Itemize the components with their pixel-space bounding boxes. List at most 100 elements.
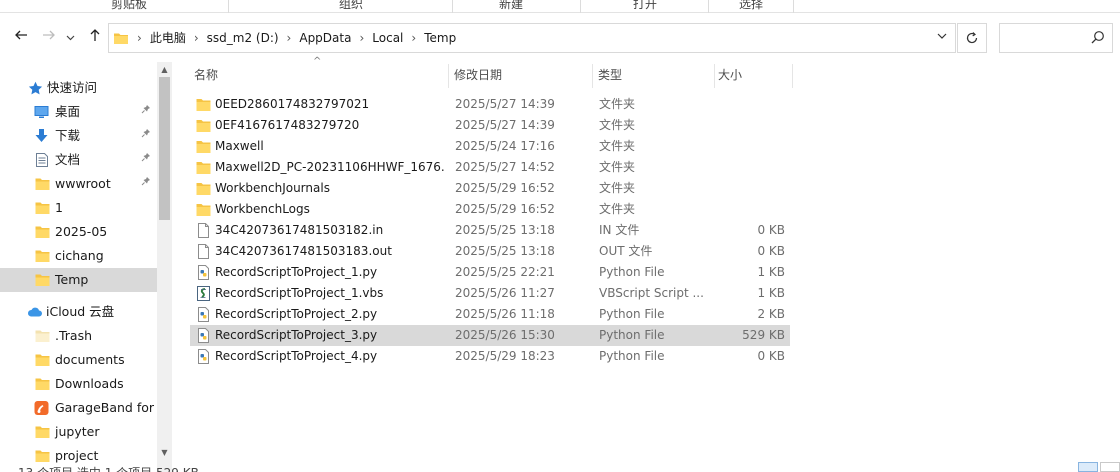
folder-icon xyxy=(35,354,50,366)
nav-pane-scrollbar[interactable]: ▲ ▼ xyxy=(157,62,172,472)
file-name: WorkbenchJournals xyxy=(215,181,330,195)
folder-icon xyxy=(35,226,50,238)
chevron-down-icon xyxy=(66,35,74,41)
nav-item-temp[interactable]: Temp xyxy=(0,268,157,292)
nav-item-1[interactable]: 1 xyxy=(0,196,157,220)
file-row[interactable]: WorkbenchLogs 2025/5/29 16:52 文件夹 xyxy=(190,199,790,220)
file-row[interactable]: Maxwell2D_PC-20231106HHWF_1676.... 2025/… xyxy=(190,157,790,178)
nav-item-desktop[interactable]: 桌面 xyxy=(0,100,157,124)
breadcrumb-separator[interactable]: › xyxy=(287,24,292,52)
recent-locations-button[interactable] xyxy=(62,27,78,49)
scroll-up-button[interactable]: ▲ xyxy=(157,62,172,77)
file-icon xyxy=(198,223,209,238)
column-separator[interactable] xyxy=(448,64,449,88)
breadcrumb-temp[interactable]: Temp xyxy=(424,24,456,52)
column-header-name[interactable]: 名称 xyxy=(190,62,448,88)
ribbon-group-open: 打开 xyxy=(632,0,657,11)
forward-button[interactable] xyxy=(38,27,60,49)
column-separator[interactable] xyxy=(592,64,593,88)
file-date: 2025/5/27 14:52 xyxy=(455,160,555,174)
nav-item-downloads[interactable]: 下载 xyxy=(0,124,157,148)
file-date: 2025/5/29 16:52 xyxy=(455,181,555,195)
nav-item-trash[interactable]: .Trash xyxy=(0,324,157,348)
breadcrumb-separator[interactable]: › xyxy=(137,24,142,52)
nav-item-cichang[interactable]: cichang xyxy=(0,244,157,268)
nav-item-documents-icloud[interactable]: documents xyxy=(0,348,157,372)
breadcrumb-drive[interactable]: ssd_m2 (D:) xyxy=(207,24,279,52)
folder-icon xyxy=(35,426,50,438)
folder-icon xyxy=(196,183,211,195)
arrow-right-icon xyxy=(43,30,55,40)
file-row[interactable]: RecordScriptToProject_1.vbs 2025/5/26 11… xyxy=(190,283,790,304)
nav-item-label: 桌面 xyxy=(55,104,81,119)
column-separator[interactable] xyxy=(792,64,793,88)
back-button[interactable] xyxy=(10,27,32,49)
folder-icon xyxy=(35,378,50,390)
nav-item-wwwroot[interactable]: wwwroot xyxy=(0,172,157,196)
large-icons-view-button[interactable] xyxy=(1100,462,1120,472)
breadcrumb: › 此电脑 › ssd_m2 (D:) › AppData › Local › … xyxy=(137,24,456,52)
breadcrumb-local[interactable]: Local xyxy=(372,24,403,52)
python-file-icon xyxy=(198,265,209,280)
nav-item-documents[interactable]: 文档 xyxy=(0,148,157,172)
nav-item-jupyter[interactable]: jupyter xyxy=(0,420,157,444)
folder-icon xyxy=(35,178,50,190)
file-row[interactable]: RecordScriptToProject_4.py 2025/5/29 18:… xyxy=(190,346,790,367)
file-type: Python File xyxy=(599,328,665,342)
file-row[interactable]: 0EF4167617483279720 2025/5/27 14:39 文件夹 xyxy=(190,115,790,136)
quick-access-header[interactable]: 快速访问 xyxy=(0,76,157,100)
chevron-down-icon xyxy=(937,33,947,39)
file-date: 2025/5/26 11:27 xyxy=(455,286,555,300)
search-box[interactable] xyxy=(999,23,1113,53)
file-type: VBScript Script ... xyxy=(599,286,704,300)
ribbon-group-select: 选择 xyxy=(738,0,763,11)
file-type: 文件夹 xyxy=(599,202,636,216)
breadcrumb-separator[interactable]: › xyxy=(194,24,199,52)
column-header-date[interactable]: 修改日期 xyxy=(450,62,592,88)
column-header-type[interactable]: 类型 xyxy=(594,62,714,88)
file-type: OUT 文件 xyxy=(599,244,653,258)
details-view-button[interactable] xyxy=(1078,462,1098,472)
scrollbar-thumb[interactable] xyxy=(159,77,170,220)
address-dropdown-button[interactable] xyxy=(933,24,951,52)
nav-item-garageband[interactable]: GarageBand for i xyxy=(0,396,161,420)
nav-item-downloads-icloud[interactable]: Downloads xyxy=(0,372,157,396)
file-row[interactable]: RecordScriptToProject_2.py 2025/5/26 11:… xyxy=(190,304,790,325)
file-row[interactable]: 0EED2860174832797021 2025/5/27 14:39 文件夹 xyxy=(190,94,790,115)
refresh-button[interactable] xyxy=(957,23,987,53)
file-name: RecordScriptToProject_3.py xyxy=(215,328,378,342)
file-name: 34C42073617481503183.out xyxy=(215,244,392,258)
folder-icon xyxy=(114,33,128,44)
nav-item-label: 文档 xyxy=(55,152,81,167)
file-row-selected[interactable]: RecordScriptToProject_3.py 2025/5/26 15:… xyxy=(190,325,790,346)
garageband-icon xyxy=(34,401,49,415)
column-header-size[interactable]: 大小 xyxy=(714,62,792,88)
breadcrumb-separator[interactable]: › xyxy=(359,24,364,52)
view-toggle xyxy=(1076,462,1120,472)
breadcrumb-appdata[interactable]: AppData xyxy=(299,24,351,52)
nav-item-2025-05[interactable]: 2025-05 xyxy=(0,220,157,244)
folder-icon xyxy=(196,162,211,174)
file-type: 文件夹 xyxy=(599,97,636,111)
file-row[interactable]: 34C42073617481503183.out 2025/5/25 13:18… xyxy=(190,241,790,262)
file-type: 文件夹 xyxy=(599,181,636,195)
file-row[interactable]: WorkbenchJournals 2025/5/29 16:52 文件夹 xyxy=(190,178,790,199)
file-row[interactable]: 34C42073617481503182.in 2025/5/25 13:18 … xyxy=(190,220,790,241)
file-row[interactable]: RecordScriptToProject_1.py 2025/5/25 22:… xyxy=(190,262,790,283)
breadcrumb-separator[interactable]: › xyxy=(411,24,416,52)
ribbon-group-new: 新建 xyxy=(498,0,523,11)
nav-item-label: .Trash xyxy=(55,328,93,343)
address-bar[interactable]: › 此电脑 › ssd_m2 (D:) › AppData › Local › … xyxy=(108,23,956,53)
folder-icon xyxy=(35,250,50,262)
file-size: 0 KB xyxy=(757,244,785,258)
up-button[interactable] xyxy=(84,27,106,49)
download-icon xyxy=(35,129,48,142)
pin-icon xyxy=(141,100,151,124)
python-file-icon xyxy=(198,307,209,322)
breadcrumb-this-pc[interactable]: 此电脑 xyxy=(150,24,186,52)
file-date: 2025/5/29 16:52 xyxy=(455,202,555,216)
file-row[interactable]: Maxwell 2025/5/24 17:16 文件夹 xyxy=(190,136,790,157)
scroll-down-button[interactable]: ▼ xyxy=(157,445,172,460)
icloud-drive-header[interactable]: iCloud 云盘 xyxy=(0,300,157,324)
file-date: 2025/5/25 13:18 xyxy=(455,223,555,237)
